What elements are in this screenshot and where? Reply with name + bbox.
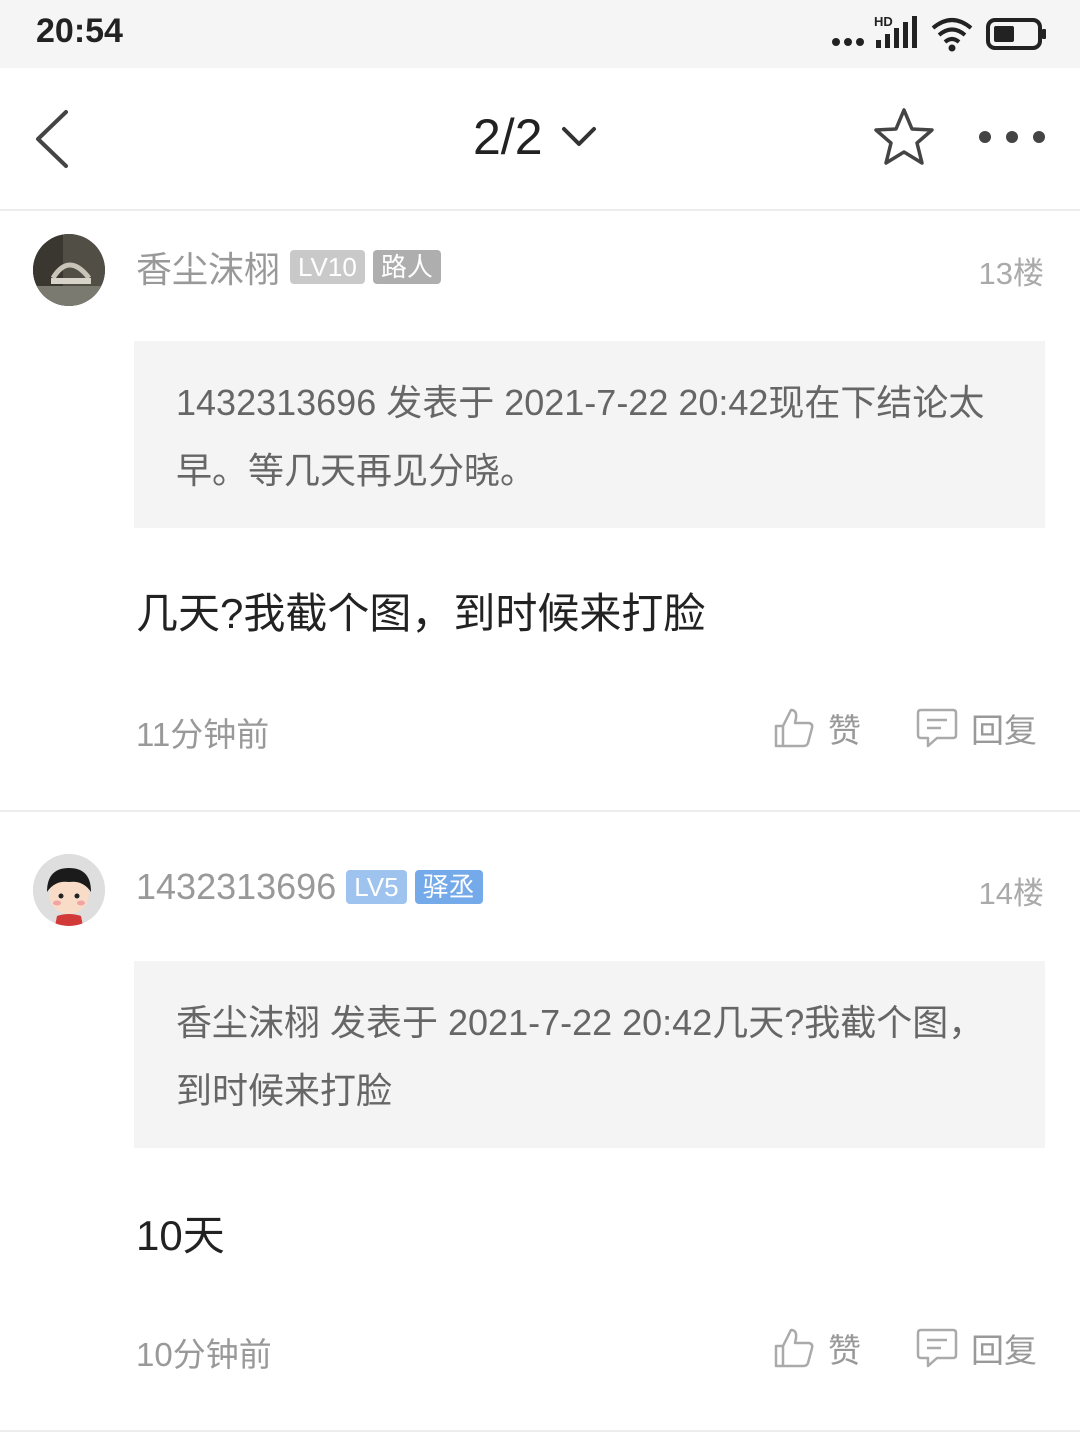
more-options-icon[interactable]	[975, 126, 1049, 148]
thumbs-up-icon	[774, 1328, 814, 1368]
post-time: 10分钟前	[136, 1336, 272, 1373]
quote-block[interactable]: 香尘沫栩 发表于 2021-7-22 20:42几天?我截个图，到时候来打脸	[134, 961, 1045, 1148]
like-button[interactable]: 赞	[772, 1324, 861, 1372]
reply-button[interactable]: 回复	[915, 704, 1037, 752]
avatar[interactable]	[33, 854, 105, 926]
post-content: 10天	[136, 1212, 225, 1259]
post-divider	[0, 1430, 1080, 1432]
like-button[interactable]: 赞	[772, 704, 861, 752]
floor-number: 14楼	[978, 876, 1044, 911]
avatar-photo-icon	[33, 234, 105, 306]
thumbs-up-icon	[774, 708, 814, 748]
signal-icon: HD	[874, 14, 917, 48]
username[interactable]: 1432313696	[136, 866, 336, 908]
star-icon[interactable]	[872, 106, 936, 170]
chevron-down-icon	[561, 127, 596, 146]
page-selector[interactable]: 2/2	[473, 104, 597, 170]
floor-number: 13楼	[978, 256, 1044, 291]
more-dots-icon	[832, 38, 864, 46]
back-icon[interactable]	[28, 106, 78, 172]
post-item: 1432313696 LV5 驿丞 14楼 香尘沫栩 发表于 2021-7-22…	[0, 812, 1080, 1432]
wifi-icon	[931, 18, 973, 52]
comment-icon	[916, 1328, 958, 1368]
username[interactable]: 香尘沫栩	[136, 241, 280, 293]
status-time: 20:54	[36, 12, 123, 50]
user-info: 1432313696 LV5 驿丞	[136, 862, 483, 912]
post-time: 11分钟前	[136, 716, 270, 753]
post-content: 几天?我截个图，到时候来打脸	[136, 590, 706, 637]
status-icons: HD	[832, 14, 1046, 52]
like-label: 赞	[828, 712, 861, 749]
level-badge: LV10	[290, 250, 365, 284]
status-bar: 20:54 HD	[0, 0, 1080, 68]
page-indicator-text: 2/2	[473, 109, 543, 165]
reply-button[interactable]: 回复	[915, 1324, 1037, 1372]
comment-icon	[916, 708, 958, 748]
post-item: 香尘沫栩 LV10 路人 13楼 1432313696 发表于 2021-7-2…	[0, 212, 1080, 810]
user-info: 香尘沫栩 LV10 路人	[136, 242, 441, 292]
cartoon-avatar-icon	[33, 854, 105, 926]
reply-label: 回复	[971, 1332, 1037, 1369]
battery-icon	[986, 18, 1046, 50]
level-badge: LV5	[346, 870, 407, 904]
avatar[interactable]	[33, 234, 105, 306]
nav-bar: 2/2	[0, 68, 1080, 211]
title-badge: 路人	[372, 250, 441, 284]
network-type: HD	[874, 14, 893, 29]
like-label: 赞	[828, 1332, 861, 1369]
quote-block[interactable]: 1432313696 发表于 2021-7-22 20:42现在下结论太早。等几…	[134, 341, 1045, 528]
reply-label: 回复	[971, 712, 1037, 749]
title-badge: 驿丞	[414, 870, 483, 904]
